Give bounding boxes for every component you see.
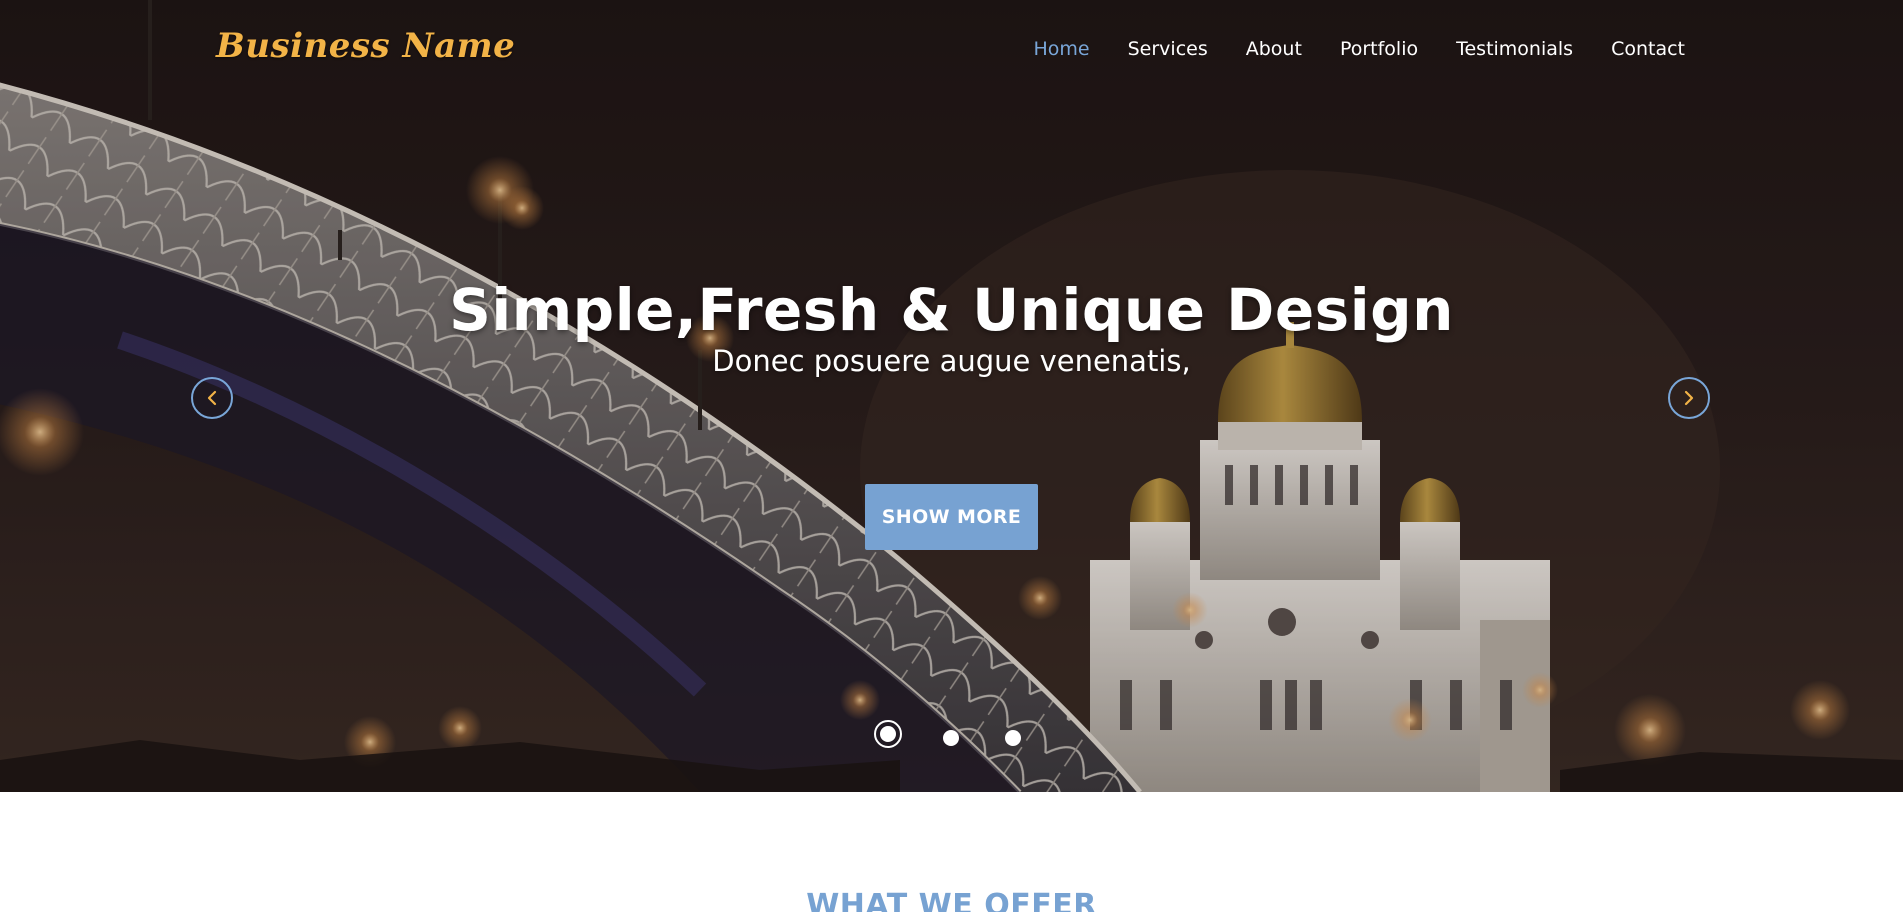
slider-prev-button[interactable]: [191, 377, 233, 419]
chevron-left-icon: [205, 390, 219, 406]
section-title-what-we-offer: WHAT WE OFFER: [806, 888, 1097, 912]
hero-title: Simple,Fresh & Unique Design: [449, 276, 1454, 344]
page: Business Name Home Services About Portfo…: [0, 0, 1903, 912]
hero-slider: Business Name Home Services About Portfo…: [0, 0, 1903, 792]
nav-item-services[interactable]: Services: [1128, 38, 1208, 60]
logo[interactable]: Business Name: [216, 26, 515, 66]
show-more-button[interactable]: SHOW MORE: [865, 484, 1038, 550]
slider-dot-3[interactable]: [1005, 730, 1021, 746]
hero-overlay: [0, 0, 1903, 792]
nav-item-testimonials[interactable]: Testimonials: [1456, 38, 1573, 60]
nav-item-home[interactable]: Home: [1034, 38, 1090, 60]
nav-item-about[interactable]: About: [1246, 38, 1302, 60]
chevron-right-icon: [1682, 390, 1696, 406]
slider-dot-1[interactable]: [874, 720, 902, 748]
nav-item-portfolio[interactable]: Portfolio: [1340, 38, 1418, 60]
nav-item-contact[interactable]: Contact: [1611, 38, 1685, 60]
hero-subtitle: Donec posuere augue venenatis,: [712, 344, 1191, 378]
main-nav: Home Services About Portfolio Testimonia…: [1034, 38, 1685, 60]
slider-dot-2[interactable]: [943, 730, 959, 746]
slider-next-button[interactable]: [1668, 377, 1710, 419]
slider-pagination: [0, 720, 1903, 754]
